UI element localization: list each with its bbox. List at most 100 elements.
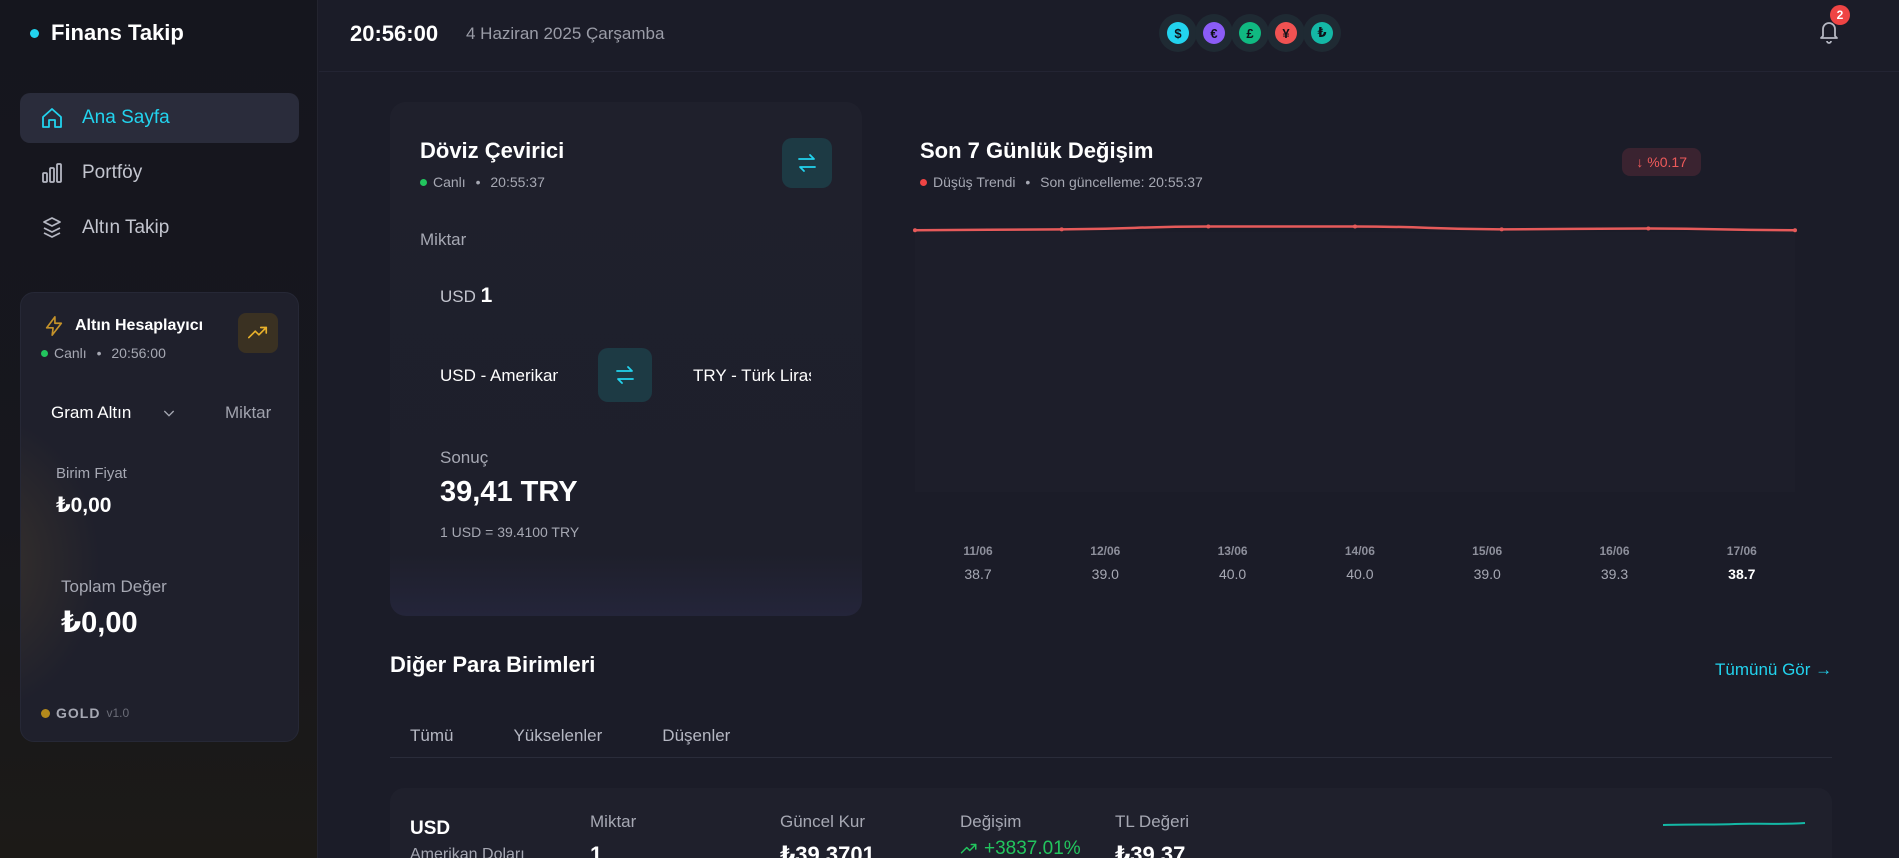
total-value-label: Toplam Değer [61,577,167,596]
tl-value-column: TL Değeri ₺39,37 [1115,812,1189,858]
data-label: 39.0 [1473,566,1501,582]
x-tick-label: 13/06 [1217,544,1248,558]
gold-dot-icon [41,708,50,718]
other-currencies-title: Diğer Para Birimleri [390,652,596,677]
swap-button[interactable] [782,138,832,188]
currency-row-usd[interactable]: USD Amerikan Doları Miktar 1 Güncel Kur … [390,788,1832,858]
change-text: +3837.01% [984,838,1081,858]
data-point [1206,224,1211,229]
separator-dot: • [92,345,106,361]
x-tick-label: 15/06 [1472,544,1503,558]
currency-icon-3[interactable]: ¥ [1267,14,1305,52]
data-label: 39.0 [1091,566,1119,582]
x-tick: 16/06 39.3 [1585,544,1645,582]
chart-title: Son 7 Günlük Değişim [920,138,1154,163]
swap-arrows-icon [616,366,634,384]
x-tick: 15/06 39.0 [1457,544,1517,582]
x-tick-label: 12/06 [1090,544,1121,558]
live-label: Canlı [54,345,87,361]
sidebar-item-label: Portföy [82,162,143,183]
data-point [1059,227,1064,232]
currency-converter-card: Döviz Çevirici Canlı • 20:55:37 Miktar U… [390,102,862,616]
filter-tabs: Tümü Yükselenler Düşenler [390,712,1832,758]
amount-currency: USD [440,287,476,306]
currency-icon-0[interactable]: $ [1159,14,1197,52]
date: 4 Haziran 2025 Çarşamba [466,24,665,43]
chart-area [915,232,1795,492]
x-tick: 11/06 38.7 [948,544,1008,582]
result-label: Sonuç [440,448,489,467]
brand-name: Finans Takip [51,20,184,45]
last-updated: Son güncelleme: 20:55:37 [1040,174,1203,190]
total-value: ₺0,00 [61,607,138,639]
change-badge: ↓ %0.17 [1622,148,1701,176]
currency-symbol: ₺ [1311,22,1333,44]
currency-icon-2[interactable]: £ [1231,14,1269,52]
tab-dusenler[interactable]: Düşenler [642,712,750,757]
currency-symbol: £ [1239,22,1261,44]
sidebar-item-ana-sayfa[interactable]: Ana Sayfa [20,93,299,143]
to-currency-select[interactable]: TRY - Türk Lirası [693,366,811,386]
trend-up-button[interactable] [238,313,278,353]
amount-column: Miktar 1 [590,812,636,858]
x-tick: 12/06 39.0 [1075,544,1135,582]
trend-chart-card: Son 7 Günlük Değişim Düşüş Trendi • Son … [905,102,1805,602]
app-root: Finans Takip Ana Sayfa Portföy Altın Tak… [0,0,1899,858]
data-point [1646,226,1651,231]
clock: 20:56:00 [350,21,439,46]
sidebar-item-portfoy[interactable]: Portföy [20,148,299,198]
lightning-icon [45,316,63,336]
x-tick-label: 14/06 [1344,544,1375,558]
unit-price-value: ₺0,00 [56,494,112,517]
amount-input[interactable]: USD 1 [440,284,492,308]
trend-dot-icon [920,178,927,186]
data-point [1793,228,1797,233]
data-label: 38.7 [1728,566,1756,582]
swap-arrows-icon [798,154,816,172]
currency-code: USD [410,818,451,839]
currency-icon-4[interactable]: ₺ [1303,14,1341,52]
gold-calc-title-text: Altın Hesaplayıcı [75,317,204,334]
sidebar-nav: Ana Sayfa Portföy Altın Takip [20,93,299,258]
tl-value-label: TL Değeri [1115,812,1190,831]
data-label: 38.7 [964,566,992,582]
exchange-rate-text: 1 USD = 39.4100 TRY [440,524,580,540]
tab-yukselenler[interactable]: Yükselenler [493,712,622,757]
amount-value: 1 [590,842,603,858]
swap-currencies-button[interactable] [598,348,652,402]
currency-icon-1[interactable]: € [1195,14,1233,52]
rate-label: Güncel Kur [780,812,866,831]
x-tick: 13/06 40.0 [1203,544,1263,582]
trend-chart [913,224,1797,492]
converter-status: Canlı • 20:55:37 [420,174,545,190]
sidebar-item-altin-takip[interactable]: Altın Takip [20,203,299,253]
sidebar-item-label: Altın Takip [82,217,170,238]
gold-calc-title: Altın Hesaplayıcı [43,315,203,337]
sparkline [1662,822,1806,826]
gold-footer-version: v1.0 [106,706,130,720]
live-time: 20:55:37 [490,174,545,190]
from-currency-select[interactable]: USD - Amerikan Doları [440,366,558,386]
live-dot-icon [41,349,48,357]
chevron-down-icon [164,410,175,417]
tab-tumu[interactable]: Tümü [390,712,473,757]
x-tick-label: 16/06 [1599,544,1630,558]
separator-dot: • [1021,174,1035,190]
amount-value: 1 [480,284,493,307]
see-all-link[interactable]: Tümünü Gör → [1715,660,1832,680]
data-label: 40.0 [1346,566,1374,582]
gold-amount-input[interactable]: Miktar [225,403,273,423]
currency-symbol: ¥ [1275,22,1297,44]
brand-logo[interactable]: Finans Takip [30,20,184,46]
notification-badge: 2 [1830,5,1850,25]
gold-type-select[interactable]: Gram Altın [51,403,177,423]
unit-price-label: Birim Fiyat [56,465,127,482]
change-label: Değişim [960,812,1022,831]
currency-name: Amerikan Doları [410,846,525,858]
data-label: 39.3 [1600,566,1629,582]
sidebar-item-label: Ana Sayfa [82,107,170,128]
gold-footer-brand: GOLD [56,705,101,721]
currency-symbol: € [1203,22,1225,44]
result-value: 39,41 TRY [440,476,578,508]
gold-calc-status: Canlı • 20:56:00 [41,345,166,361]
